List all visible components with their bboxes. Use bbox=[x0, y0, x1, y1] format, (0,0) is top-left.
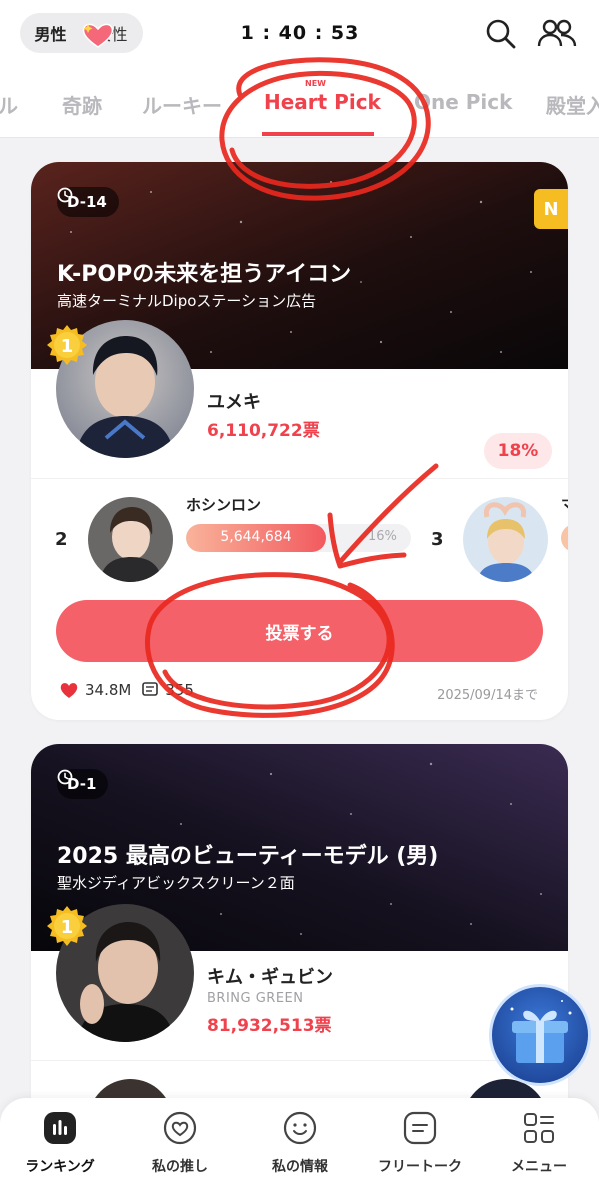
first-place-votes: 6,110,722票 bbox=[207, 421, 320, 441]
tab-heart-pick[interactable]: Heart Pick bbox=[264, 90, 381, 114]
people-icon[interactable] bbox=[537, 16, 577, 52]
tab-one-pick[interactable]: One Pick bbox=[414, 90, 512, 114]
runner-up-strip[interactable]: 2 ホシンロン 5,644,684 16% 3 マ bbox=[31, 478, 568, 596]
menu-icon bbox=[524, 1113, 554, 1143]
first-place-votes-2: 81,932,513票 bbox=[207, 1016, 332, 1036]
first-place-name: ユメキ bbox=[207, 392, 261, 413]
nav-free-talk[interactable]: フリートーク bbox=[360, 1110, 480, 1190]
gift-button[interactable] bbox=[489, 984, 591, 1086]
runner-3-name: マ bbox=[561, 494, 568, 515]
new-n-badge: N bbox=[534, 189, 568, 229]
smile-icon bbox=[283, 1111, 317, 1145]
runner-2-avatar[interactable] bbox=[88, 497, 173, 582]
tab-kiseki[interactable]: 奇跡 bbox=[62, 90, 102, 119]
gender-toggle[interactable]: 男性 女性 bbox=[20, 13, 143, 53]
deadline-text: 2025/09/14まで bbox=[437, 688, 538, 703]
countdown-timer: 1 : 40 : 53 bbox=[240, 22, 360, 44]
comment-icon bbox=[142, 682, 159, 696]
runner-rank-2: 2 bbox=[55, 529, 68, 550]
heart-icon bbox=[60, 683, 78, 698]
vote-card-2[interactable]: D-1 2025 最高のビューティーモデル (男) 聖水ジディアビックスクリーン… bbox=[31, 744, 568, 1124]
runner-2-percent: 16% bbox=[368, 529, 397, 544]
new-badge: NEW bbox=[305, 79, 326, 88]
search-icon[interactable] bbox=[483, 16, 519, 52]
card-subtitle: 高速ターミナルDipoステーション広告 bbox=[57, 292, 317, 310]
nav-label-my-info: 私の情報 bbox=[272, 1159, 328, 1175]
nav-label-menu: メニュー bbox=[511, 1159, 567, 1175]
card-title: K-POPの未来を担うアイコン bbox=[57, 262, 352, 287]
tab-hall-of-fame[interactable]: 殿堂入 bbox=[546, 90, 599, 119]
heart-sticker-icon bbox=[82, 23, 114, 48]
gift-box-icon bbox=[510, 1000, 572, 1063]
vote-button[interactable]: 投票する bbox=[56, 600, 543, 662]
first-place-percent: 18% bbox=[484, 433, 552, 469]
ranking-icon bbox=[44, 1112, 76, 1144]
card-title-2: 2025 最高のビューティーモデル (男) bbox=[57, 844, 439, 869]
gold-medal-icon: 1 bbox=[47, 325, 87, 365]
card-subtitle-2: 聖水ジディアビックスクリーン２面 bbox=[57, 874, 295, 892]
nav-my-info[interactable]: 私の情報 bbox=[240, 1110, 360, 1190]
runner-3-avatar[interactable] bbox=[463, 497, 548, 582]
active-tab-indicator bbox=[262, 132, 374, 136]
gold-medal-icon-2: 1 bbox=[47, 906, 87, 946]
nav-label-ranking: ランキング bbox=[25, 1159, 95, 1175]
runner-2-votes: 5,644,684 bbox=[220, 529, 292, 545]
d-day-badge-2: D-1 bbox=[57, 769, 109, 799]
medal-rank: 1 bbox=[61, 336, 74, 357]
category-tabs: ル 奇跡 ルーキー NEW Heart Pick One Pick 殿堂入 bbox=[0, 70, 599, 138]
app-header: 男性 女性 1 : 40 : 53 bbox=[0, 0, 599, 70]
first-place-name-2: キム・ギュビン bbox=[207, 967, 333, 988]
medal-rank-2: 1 bbox=[61, 917, 74, 938]
gender-male-option[interactable]: 男性 bbox=[20, 21, 81, 45]
comment-count: 355 bbox=[165, 681, 194, 699]
card-stats: 34.8M 355 bbox=[59, 681, 194, 699]
nav-ranking[interactable]: ランキング bbox=[0, 1110, 120, 1190]
runner-2-vote-bar: 5,644,684 16% bbox=[186, 524, 411, 552]
chat-icon bbox=[403, 1111, 437, 1145]
nav-label-free-talk: フリートーク bbox=[378, 1159, 462, 1175]
runner-3-vote-bar bbox=[561, 524, 568, 552]
d-day-badge: D-14 bbox=[57, 187, 119, 217]
nav-my-oshi[interactable]: 私の推し bbox=[120, 1110, 240, 1190]
tab-partial-left[interactable]: ル bbox=[0, 90, 18, 119]
heart-count: 34.8M bbox=[85, 681, 132, 699]
tab-rookie[interactable]: ルーキー bbox=[142, 90, 222, 119]
clock-icon bbox=[57, 769, 73, 785]
nav-label-my-oshi: 私の推し bbox=[152, 1159, 208, 1175]
runner-2-name: ホシンロン bbox=[186, 496, 262, 514]
vote-card-1[interactable]: D-14 K-POPの未来を担うアイコン 高速ターミナルDipoステーション広告… bbox=[31, 162, 568, 720]
heart-icon bbox=[163, 1111, 197, 1145]
first-place-agency-2: BRING GREEN bbox=[207, 991, 304, 1006]
bottom-navigation: ランキング 私の推し 私の情報 フリートーク メニュー bbox=[0, 1098, 599, 1200]
clock-icon bbox=[57, 187, 73, 203]
nav-menu[interactable]: メニュー bbox=[479, 1110, 599, 1190]
runner-rank-3: 3 bbox=[431, 529, 444, 550]
